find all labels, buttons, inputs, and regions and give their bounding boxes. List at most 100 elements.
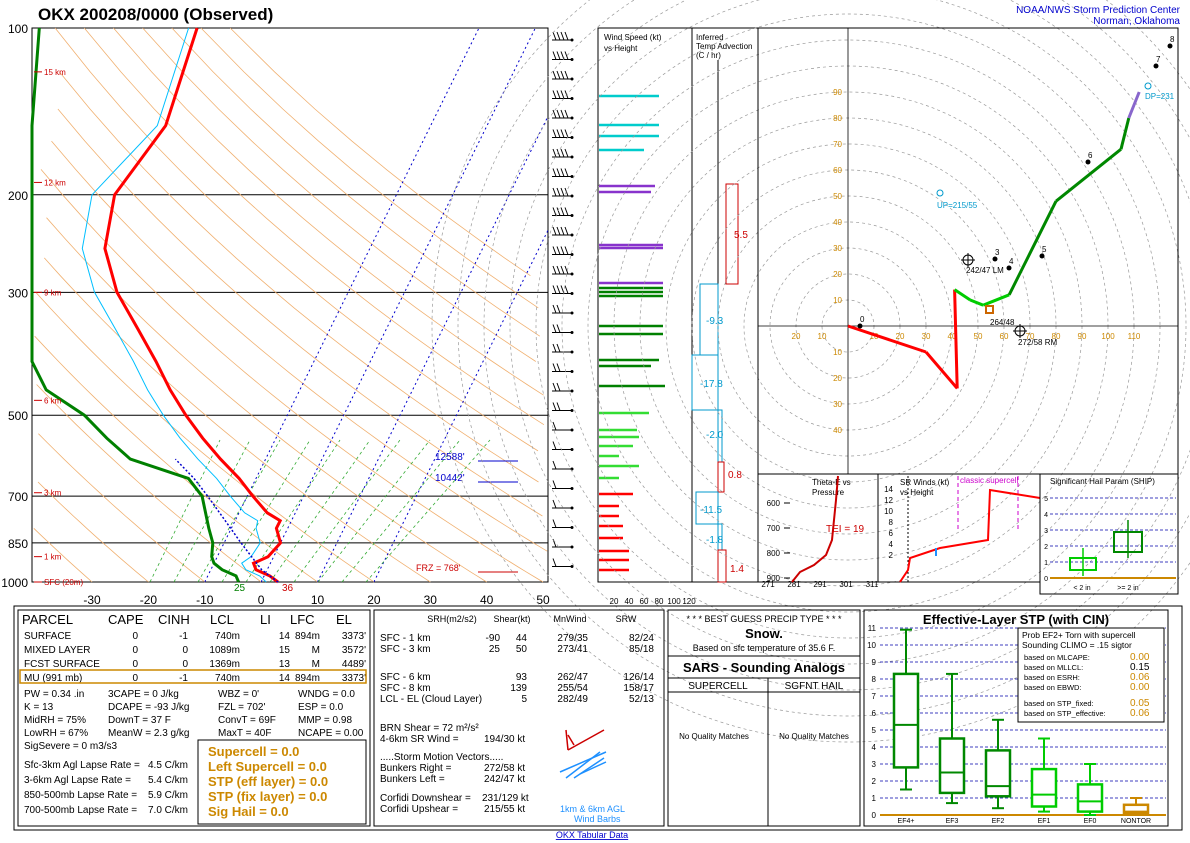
pressure-tick-label: 700 (8, 490, 28, 504)
parcel-cell: 0 (132, 645, 138, 656)
hodo-segment (847, 324, 927, 354)
sr-y-tick: 14 (884, 485, 893, 494)
barb-flag (552, 168, 557, 177)
ship-panel: Significant Hail Param (SHIP) 5 4 3 2 1 0 < 2 … (1039, 473, 1179, 595)
height-label: 12 km (44, 178, 66, 187)
wind-barb (552, 265, 574, 276)
theta-e-title: Theta-E vs (812, 478, 851, 487)
barb-dot (570, 565, 574, 568)
isotherm-line (260, 27, 536, 583)
indices-table: PW = 0.34 .in 3CAPE = 0 J/kg WBZ = 0' WNDG … (24, 689, 364, 739)
tabular-data-link[interactable]: OKX Tabular Data (556, 830, 628, 840)
wind-barb (552, 70, 574, 81)
wind-barb (552, 324, 574, 334)
index-value: K = 13 (24, 702, 54, 713)
stp-prob-line2: Sounding CLIMO = .15 sigtor (1022, 640, 1132, 650)
barb-flag (564, 129, 569, 138)
stp-category: EF2 (992, 818, 1005, 825)
advection-value: -2.0 (706, 430, 724, 441)
mixing-ratio-line (197, 439, 281, 583)
barb-flag (560, 168, 565, 177)
kin-cell: 5 (521, 694, 527, 705)
hodo-y-tick: 10 (833, 348, 842, 357)
hodo-y-tick: 70 (833, 140, 842, 149)
barb-flag (556, 324, 561, 333)
parcel-header: EL (336, 612, 352, 627)
stp-category: EF0 (1084, 818, 1097, 825)
hodo-dp-marker (1144, 82, 1152, 90)
barb-dot (570, 175, 574, 178)
sr-winds-title: SR Winds (kt) (900, 478, 950, 487)
advection-value: -17.8 (700, 379, 723, 390)
hodo-ring (457, 0, 1190, 717)
barb-flag (564, 285, 569, 294)
sr-wind-46-value: 194/30 kt (484, 734, 525, 745)
wind-barb (552, 246, 574, 256)
barb-dot (570, 272, 574, 276)
barb-flag (552, 382, 557, 392)
hodo-up-marker (936, 189, 944, 197)
lapse-label: 3-6km Agl Lapse Rate = (24, 775, 131, 786)
barb-flag (552, 460, 557, 470)
parcel-cell: 13 (279, 659, 291, 670)
kin-cell: 93 (516, 672, 528, 683)
kin-header: SRW (616, 614, 637, 624)
advection-value: 5.5 (734, 230, 748, 241)
sars-block: SARS - Sounding Analogs SUPERCELL SGFNT … (667, 655, 861, 827)
pressure-tick-label: 100 (8, 22, 28, 36)
ship-plot: 5 4 3 2 1 0 < 2 in >= 2 in (1044, 496, 1176, 592)
barb-label-2: Wind Barbs (574, 814, 621, 824)
stp-prob-label: based on STP_fixed: (1024, 699, 1094, 708)
stp-y-tick: 1 (872, 794, 877, 803)
advection-units: (C / hr) (696, 51, 721, 60)
wind-barb (552, 382, 574, 393)
barb-dot (570, 155, 574, 159)
stp-prob-value: 0.00 (1130, 682, 1150, 693)
sars-supercell-text: No Quality Matches (679, 732, 749, 741)
hodo-segment (953, 288, 972, 302)
barb-flag (560, 129, 565, 138)
barb-flag (564, 168, 569, 177)
page-title: OKX 200208/0000 (Observed) (38, 5, 273, 24)
advection-value: 0.8 (728, 470, 742, 481)
sig-severe: SigSevere = 0 m3/s3 (24, 741, 118, 752)
kinematic-block: SRH(m2/s2) Shear(kt) MnWind SRW SFC - 1 km -9… (373, 609, 665, 827)
stp-box (984, 749, 1012, 798)
barb-flag (552, 304, 557, 314)
sr-y-tick: 2 (889, 551, 894, 560)
parcel-cell: SURFACE (24, 631, 72, 642)
barb-dot (570, 292, 574, 295)
barb-flag (552, 129, 557, 138)
stp-y-tick: 2 (872, 777, 877, 786)
wind-barb (552, 226, 574, 237)
parcel-trace (174, 458, 279, 583)
parcel-cell: 0 (182, 645, 188, 656)
hodo-y-tick: 90 (833, 88, 842, 97)
wind-barb (552, 187, 574, 198)
wind-barb (552, 558, 574, 568)
el-height-label: 10442' (435, 473, 465, 484)
hodo-y-tick: 20 (833, 374, 842, 383)
center-name: NOAA/NWS Storm Prediction Center (1016, 5, 1181, 16)
parcel-cell: 894m (295, 631, 320, 642)
hodo-segment (1119, 117, 1131, 150)
parcel-block: PARCEL CAPE CINH LCL LI LFC EL SURFACE 0 -1 740m 14… (17, 609, 371, 827)
hodo-km-dot (1039, 253, 1045, 259)
parcel-cell: 4489' (342, 659, 366, 670)
hodo-y-tick: 50 (833, 192, 842, 201)
sr-y-tick: 10 (884, 507, 893, 516)
parcel-cell: 1369m (209, 659, 240, 670)
stp-category: EF1 (1038, 818, 1051, 825)
sr-y-tick: 12 (884, 496, 893, 505)
lapse-label: Sfc-3km Agl Lapse Rate = (24, 760, 140, 771)
dewpoint-trace (30, 27, 240, 583)
index-value: FZL = 702' (218, 702, 265, 713)
barb-flag (552, 51, 557, 60)
advection-box (717, 461, 725, 493)
barb-flag (564, 70, 569, 80)
barb-flag (552, 558, 557, 567)
wind-barb (552, 129, 574, 139)
parcel-cell: FCST SURFACE (24, 659, 100, 670)
pressure-tick-label: 500 (8, 409, 28, 423)
classic-supercell-label: classic supercell (960, 476, 1018, 485)
